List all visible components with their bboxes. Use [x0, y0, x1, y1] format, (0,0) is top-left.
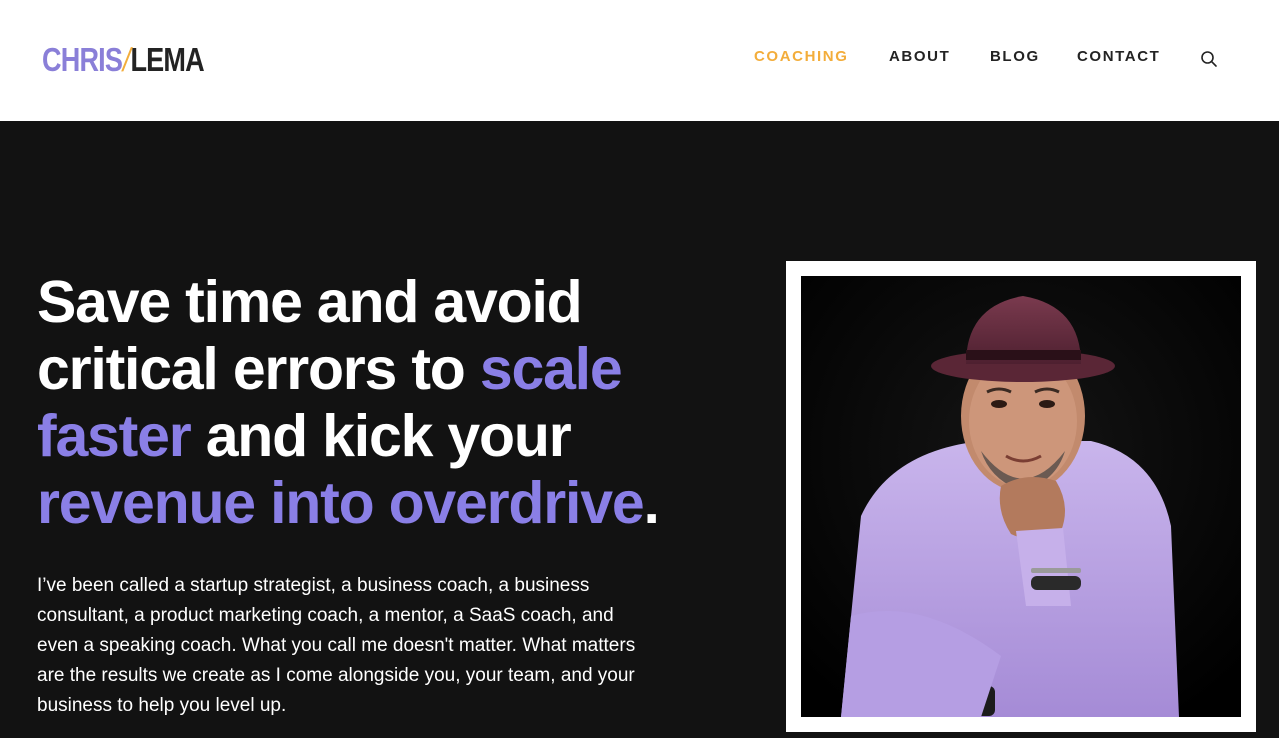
headline-highlight-faster: faster [37, 403, 192, 469]
nav-coaching[interactable]: COACHING [754, 48, 848, 65]
headline-line-2-a: critical errors to [37, 336, 480, 402]
site-header: CHRIS / LEMA COACHING ABOUT BLOG CONTACT [0, 0, 1279, 121]
headline-period: . [643, 470, 659, 536]
hero-headline: Save time and avoid critical errors to s… [37, 269, 757, 537]
logo-last-name: LEMA [130, 41, 204, 78]
search-icon[interactable] [1200, 50, 1218, 68]
site-logo[interactable]: CHRIS / LEMA [42, 40, 205, 80]
portrait-illustration [801, 276, 1241, 717]
nav-about[interactable]: ABOUT [889, 48, 950, 65]
hero-intro-paragraph: I’ve been called a startup strategist, a… [37, 575, 636, 716]
portrait-photo [801, 276, 1241, 717]
nav-blog[interactable]: BLOG [990, 48, 1040, 65]
headline-line-1: Save time and avoid [37, 269, 583, 335]
headline-highlight-scale: scale [479, 336, 623, 402]
nav-contact[interactable]: CONTACT [1077, 48, 1160, 65]
headline-line-3-b: and kick your [190, 403, 572, 469]
logo-first-name: CHRIS [42, 41, 123, 78]
headline-highlight-revenue: revenue into overdrive [37, 470, 645, 536]
